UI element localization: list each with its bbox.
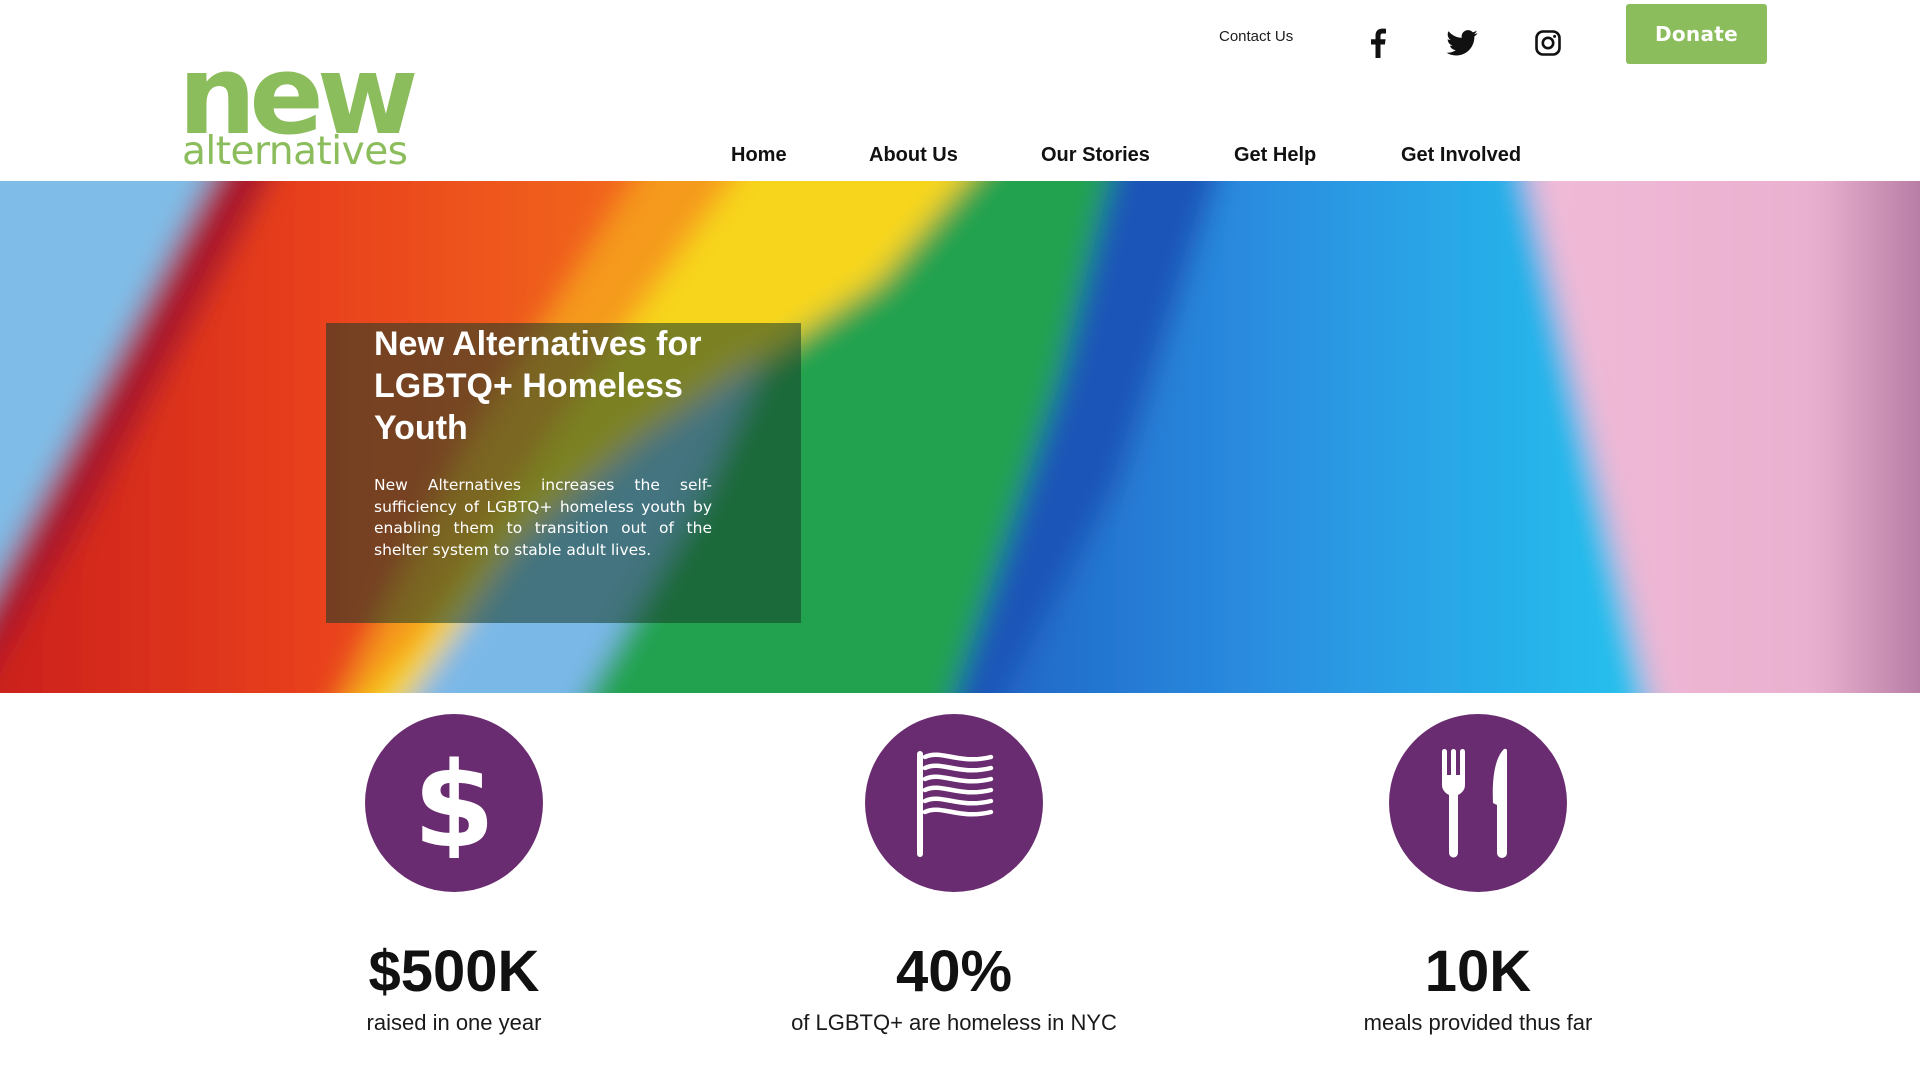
stat-label: of LGBTQ+ are homeless in NYC (791, 1010, 1117, 1035)
rainbow-flag-image (0, 181, 1920, 693)
stat-value: 10K (1424, 939, 1532, 1004)
nav-item-about-us[interactable]: About Us (869, 144, 958, 167)
instagram-glyph (1535, 30, 1561, 56)
stat-label: meals provided thus far (1363, 1010, 1593, 1035)
site-header: new alternatives Contact Us Donate Home … (0, 0, 1920, 181)
twitter-icon[interactable] (1444, 24, 1480, 62)
stat-label: raised in one year (366, 1010, 542, 1035)
stat-value: $500K (368, 939, 540, 1004)
nav-item-our-stories[interactable]: Our Stories (1041, 144, 1150, 167)
stat-circle (865, 714, 1043, 892)
nav-item-get-involved[interactable]: Get Involved (1401, 144, 1521, 167)
stat-card-meals: 10K meals provided thus far (1268, 714, 1688, 1044)
stat-value: 40% (895, 939, 1013, 1004)
main-nav: Home About Us Our Stories Get Help Get I… (0, 144, 1920, 174)
logo-primary-text: new (178, 31, 419, 159)
stat-card-homeless: 40% of LGBTQ+ are homeless in NYC (744, 714, 1164, 1044)
stat-card-funds: $ $500K raised in one year (244, 714, 664, 1044)
flag-icon (917, 751, 994, 857)
dollar-icon: $ (413, 748, 495, 858)
facebook-icon[interactable] (1360, 24, 1396, 62)
nav-item-home[interactable]: Home (731, 144, 787, 167)
stat-circle (1389, 714, 1567, 892)
hero-banner: New Alternatives for LGBTQ+ Homeless You… (0, 181, 1920, 693)
svg-text:$: $ (413, 748, 495, 858)
contact-us-link[interactable]: Contact Us (1219, 28, 1293, 45)
instagram-icon[interactable] (1530, 24, 1566, 62)
nav-item-get-help[interactable]: Get Help (1234, 144, 1316, 167)
stat-circle: $ (365, 714, 543, 892)
hero-description: New Alternatives increases the self-suff… (374, 476, 712, 559)
hero-title: New Alternatives for LGBTQ+ Homeless You… (374, 325, 702, 447)
fork-knife-icon (1442, 748, 1508, 858)
facebook-glyph (1371, 28, 1386, 58)
twitter-glyph (1446, 30, 1478, 56)
donate-button[interactable]: Donate (1626, 4, 1767, 64)
hero-card: New Alternatives for LGBTQ+ Homeless You… (326, 323, 801, 623)
